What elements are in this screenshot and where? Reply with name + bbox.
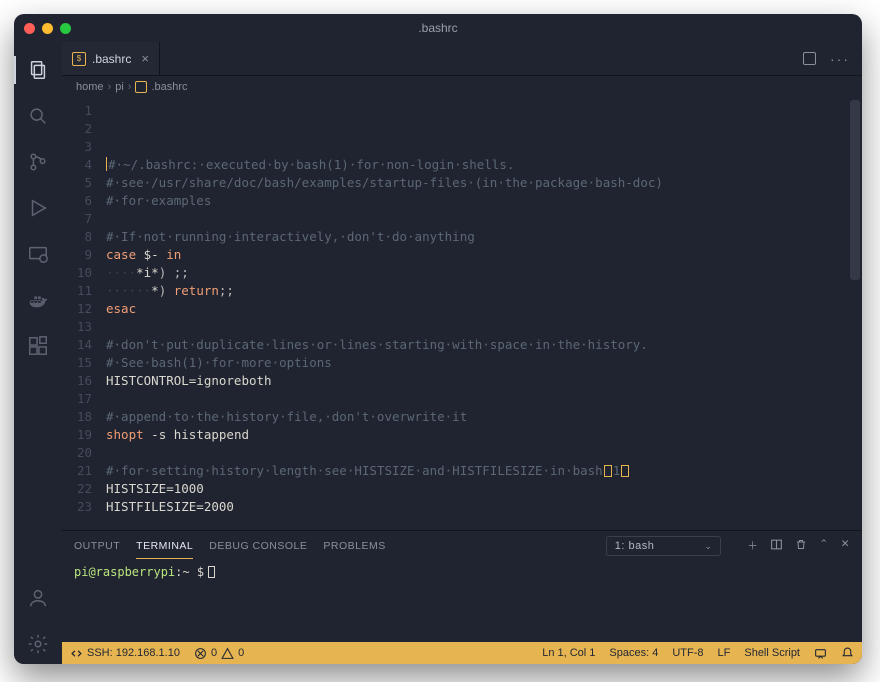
chevron-right-icon: › <box>108 81 112 93</box>
app-window: .bashrc <box>14 14 862 664</box>
chevron-down-icon: ⌄ <box>704 541 712 552</box>
terminal-selector-label: 1: bash <box>615 540 655 552</box>
more-actions-icon[interactable]: ··· <box>830 51 850 67</box>
encoding-status[interactable]: UTF-8 <box>672 647 703 659</box>
chevron-right-icon: › <box>128 81 132 93</box>
run-debug-icon[interactable] <box>14 188 62 228</box>
split-terminal-icon[interactable] <box>770 538 783 554</box>
panel-tab-bar: OUTPUT TERMINAL DEBUG CONSOLE PROBLEMS 1… <box>62 531 862 561</box>
code-editor[interactable]: 1234567891011121314151617181920212223 #·… <box>62 98 862 530</box>
breadcrumb-segment[interactable]: home <box>76 81 104 93</box>
line-gutter: 1234567891011121314151617181920212223 <box>62 98 102 530</box>
shell-file-icon: $ <box>72 52 86 66</box>
search-icon[interactable] <box>14 96 62 136</box>
window-title: .bashrc <box>14 21 862 35</box>
bottom-panel: OUTPUT TERMINAL DEBUG CONSOLE PROBLEMS 1… <box>62 530 862 642</box>
extensions-icon[interactable] <box>14 326 62 366</box>
close-panel-icon[interactable]: ✕ <box>841 538 850 554</box>
new-terminal-icon[interactable]: ＋ <box>747 538 758 554</box>
remote-status-label: SSH: 192.168.1.10 <box>87 647 180 659</box>
terminal-selector[interactable]: 1: bash ⌄ <box>606 536 722 556</box>
breadcrumb-segment[interactable]: pi <box>115 81 124 93</box>
warnings-count: 0 <box>238 647 244 659</box>
settings-gear-icon[interactable] <box>14 624 62 664</box>
panel-tab-problems[interactable]: PROBLEMS <box>323 540 385 552</box>
eol-status[interactable]: LF <box>718 647 731 659</box>
panel-tab-output[interactable]: OUTPUT <box>74 540 120 552</box>
breadcrumb[interactable]: home › pi › .bashrc <box>62 76 862 98</box>
docker-icon[interactable] <box>14 280 62 320</box>
terminal-prompt-path: :~ $ <box>175 565 204 579</box>
remote-status[interactable]: SSH: 192.168.1.10 <box>70 647 180 660</box>
problems-status[interactable]: 0 0 <box>194 647 244 660</box>
code-area[interactable]: #·~/.bashrc:·executed·by·bash(1)·for·non… <box>102 98 862 530</box>
terminal-prompt-user: pi@raspberrypi <box>74 565 175 579</box>
maximize-panel-icon[interactable]: ⌃ <box>819 538 828 554</box>
notifications-bell-icon[interactable] <box>841 647 854 660</box>
remote-explorer-icon[interactable] <box>14 234 62 274</box>
panel-tab-debug-console[interactable]: DEBUG CONSOLE <box>209 540 307 552</box>
activity-bar <box>14 42 62 664</box>
breadcrumb-segment[interactable]: .bashrc <box>151 81 187 93</box>
status-bar: SSH: 192.168.1.10 0 0 Ln 1, Col 1 Spaces… <box>62 642 862 664</box>
vertical-scrollbar[interactable] <box>850 100 860 280</box>
panel-tab-terminal[interactable]: TERMINAL <box>136 540 193 559</box>
feedback-icon[interactable] <box>814 647 827 660</box>
indentation-status[interactable]: Spaces: 4 <box>609 647 658 659</box>
split-editor-icon[interactable] <box>803 52 816 65</box>
close-tab-icon[interactable]: × <box>141 51 149 66</box>
errors-count: 0 <box>211 647 217 659</box>
terminal-body[interactable]: pi@raspberrypi:~ $ <box>62 561 862 642</box>
explorer-icon[interactable] <box>14 50 62 90</box>
cursor-position[interactable]: Ln 1, Col 1 <box>542 647 595 659</box>
title-bar: .bashrc <box>14 14 862 42</box>
terminal-cursor <box>208 566 215 578</box>
tab-bashrc[interactable]: $ .bashrc × <box>62 42 160 75</box>
tab-bar: $ .bashrc × ··· <box>62 42 862 76</box>
shell-file-icon <box>135 81 147 93</box>
source-control-icon[interactable] <box>14 142 62 182</box>
account-icon[interactable] <box>14 578 62 618</box>
editor-group: $ .bashrc × ··· home › pi › .bashrc <box>62 42 862 664</box>
kill-terminal-icon[interactable] <box>795 538 807 554</box>
language-status[interactable]: Shell Script <box>744 647 800 659</box>
editor-actions: ··· <box>791 42 862 75</box>
tab-label: .bashrc <box>92 52 131 66</box>
